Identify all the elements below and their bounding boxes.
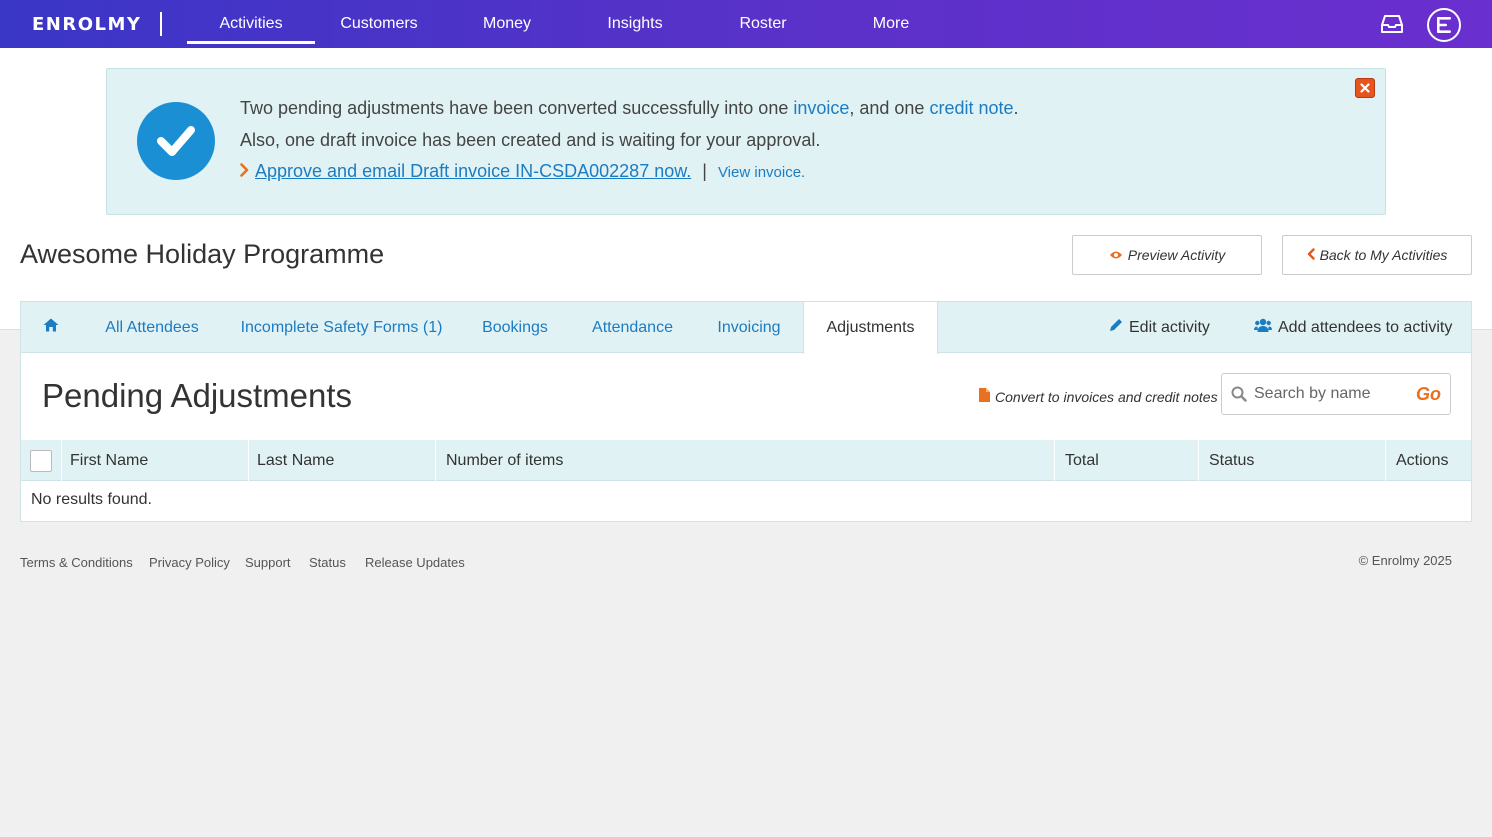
nav-roster[interactable]: Roster (699, 0, 827, 48)
table-header: First Name Last Name Number of items Tot… (21, 440, 1471, 481)
nav-activities[interactable]: Activities (187, 0, 315, 48)
nav-label: Roster (739, 15, 787, 32)
go-button[interactable]: Go (1416, 384, 1441, 405)
success-alert: Two pending adjustments have been conver… (106, 68, 1386, 215)
nav-label: Money (482, 15, 532, 32)
inbox-icon[interactable] (1381, 13, 1403, 35)
section-title: Pending Adjustments (42, 377, 353, 414)
credit-note-link[interactable]: credit note (929, 98, 1013, 118)
file-icon (979, 388, 990, 405)
check-circle-icon (137, 102, 215, 180)
eye-icon (1109, 247, 1123, 263)
tab-bookings[interactable]: Bookings (460, 302, 570, 353)
invoice-link[interactable]: invoice (793, 98, 849, 118)
tab-attendance[interactable]: Attendance (570, 302, 695, 353)
tab-adjustments[interactable]: Adjustments (803, 302, 938, 354)
top-nav-bar: ENROLMY Activities Customers Money Insig… (0, 0, 1492, 48)
column-last-name[interactable]: Last Name (248, 440, 435, 481)
nav-label: Insights (607, 15, 663, 32)
close-icon[interactable] (1355, 78, 1375, 98)
search-input[interactable] (1254, 374, 1414, 414)
convert-link[interactable]: Convert to invoices and credit notes (979, 388, 1218, 405)
link-label: Edit activity (1129, 318, 1210, 336)
link-separator: | (702, 161, 707, 181)
footer-status-link[interactable]: Status (309, 555, 346, 570)
profile-icon[interactable] (1427, 8, 1461, 42)
view-invoice-link[interactable]: View invoice. (718, 164, 805, 181)
footer-terms-link[interactable]: Terms & Conditions (20, 555, 133, 570)
nav-label: Activities (219, 15, 283, 32)
column-actions: Actions (1385, 440, 1471, 481)
select-all-cell (21, 440, 61, 481)
button-label: Back to My Activities (1319, 247, 1448, 263)
approve-invoice-link[interactable]: Approve and email Draft invoice IN-CSDA0… (255, 161, 691, 181)
nav-insights[interactable]: Insights (571, 0, 699, 48)
chevron-left-icon (1307, 247, 1315, 263)
add-attendees-link[interactable]: Add attendees to activity (1254, 302, 1452, 353)
home-icon (43, 318, 59, 337)
alert-text: , and one (849, 98, 930, 118)
search-icon (1231, 386, 1247, 407)
logo-text: ENROLMY (32, 13, 142, 35)
alert-message-line-2: Also, one draft invoice has been created… (240, 130, 821, 150)
edit-activity-link[interactable]: Edit activity (1109, 302, 1210, 353)
copyright: © Enrolmy 2025 (1358, 553, 1452, 568)
select-all-checkbox[interactable] (30, 450, 52, 472)
nav-money[interactable]: Money (443, 0, 571, 48)
button-label: Preview Activity (1127, 247, 1226, 263)
users-icon (1254, 318, 1272, 338)
tab-all-attendees[interactable]: All Attendees (81, 302, 223, 353)
column-status[interactable]: Status (1198, 440, 1385, 481)
page-title: Awesome Holiday Programme (20, 239, 385, 269)
preview-activity-button[interactable]: Preview Activity (1072, 235, 1262, 275)
chevron-right-icon (240, 161, 249, 182)
footer-release-updates-link[interactable]: Release Updates (365, 555, 465, 570)
nav-label: Customers (340, 15, 418, 32)
tab-incomplete-safety-forms[interactable]: Incomplete Safety Forms (1) (223, 302, 460, 353)
search-box: Go (1221, 373, 1451, 415)
enrolmy-logo[interactable]: ENROLMY (32, 13, 142, 35)
column-number-of-items[interactable]: Number of items (435, 440, 1054, 481)
tab-home[interactable] (21, 302, 81, 353)
nav-more[interactable]: More (827, 0, 955, 48)
alert-text: Two pending adjustments have been conver… (240, 98, 794, 118)
tab-invoicing[interactable]: Invoicing (695, 302, 803, 353)
footer-support-link[interactable]: Support (245, 555, 291, 570)
logo-divider (160, 12, 162, 36)
activity-tabs: All Attendees Incomplete Safety Forms (1… (21, 302, 1471, 354)
column-first-name[interactable]: First Name (61, 440, 248, 481)
link-label: Add attendees to activity (1278, 318, 1453, 336)
empty-table-message: No results found. (31, 491, 152, 508)
alert-actions: Approve and email Draft invoice IN-CSDA0… (240, 161, 805, 182)
activity-panel: All Attendees Incomplete Safety Forms (1… (20, 301, 1472, 522)
footer-privacy-link[interactable]: Privacy Policy (149, 555, 230, 570)
column-total[interactable]: Total (1054, 440, 1198, 481)
alert-text: . (1013, 98, 1019, 118)
back-to-activities-button[interactable]: Back to My Activities (1282, 235, 1472, 275)
alert-message-line-1: Two pending adjustments have been conver… (240, 98, 1019, 119)
link-label: Convert to invoices and credit notes (995, 388, 1218, 405)
nav-customers[interactable]: Customers (315, 0, 443, 48)
nav-label: More (872, 15, 910, 32)
pencil-icon (1109, 318, 1123, 337)
